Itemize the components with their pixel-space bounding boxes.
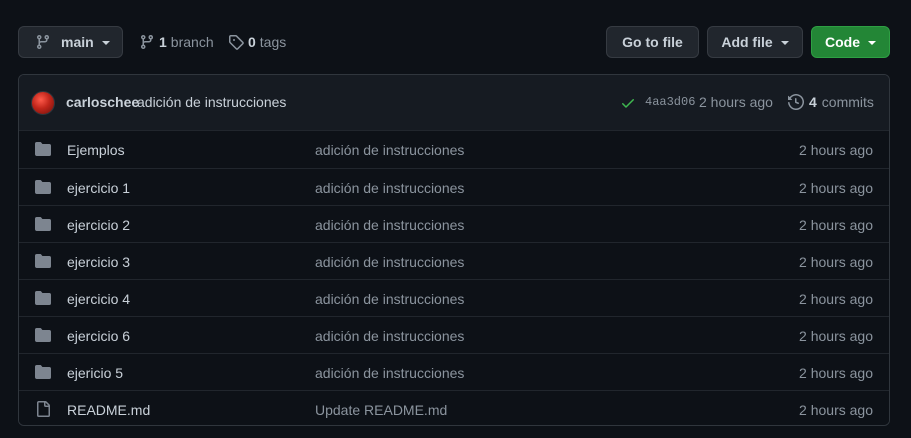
chevron-down-icon (780, 41, 789, 45)
file-commit-time: 2 hours ago (799, 365, 873, 381)
commit-time: 2 hours ago (699, 94, 773, 110)
file-commit-message-link[interactable]: adición de instrucciones (315, 365, 464, 381)
code-button[interactable]: Code (811, 26, 890, 58)
folder-icon (35, 179, 51, 198)
file-commit-time: 2 hours ago (799, 402, 873, 418)
add-file-label: Add file (721, 34, 773, 50)
file-name-link[interactable]: ejercicio 2 (67, 217, 130, 233)
file-name-link[interactable]: ejericio 5 (67, 365, 123, 381)
check-icon[interactable] (620, 95, 636, 114)
file-row[interactable]: README.md Update README.md 2 hours ago (19, 390, 889, 425)
file-commit-message-link[interactable]: adición de instrucciones (315, 217, 464, 233)
file-row[interactable]: ejercicio 4 adición de instrucciones 2 hou… (19, 279, 889, 316)
folder-icon (35, 290, 51, 309)
history-icon (788, 94, 804, 110)
folder-icon (35, 253, 51, 272)
tags-count: 0 (248, 34, 256, 50)
file-commit-time: 2 hours ago (799, 180, 873, 196)
git-branch-icon (35, 34, 51, 50)
file-row[interactable]: ejericio 5 adición de instrucciones 2 hour… (19, 353, 889, 390)
avatar[interactable] (31, 91, 55, 115)
file-commit-time: 2 hours ago (799, 291, 873, 307)
commits-count: 4 (809, 94, 817, 110)
commit-author[interactable]: carloschee (66, 94, 139, 110)
add-file-button[interactable]: Add file (707, 26, 803, 58)
branches-count: 1 (159, 34, 167, 50)
file-icon (35, 401, 51, 420)
branch-select-button[interactable]: main (18, 26, 123, 58)
file-list: Ejemplos adición de instrucciones 2 hours … (19, 131, 889, 425)
file-name-link[interactable]: ejercicio 3 (67, 254, 130, 270)
branches-link[interactable]: 1 branch (139, 26, 214, 58)
commit-sha[interactable]: 4aa3d06 (645, 95, 695, 109)
latest-commit-bar: carloschee adición de instrucciones 4aa3… (19, 75, 889, 131)
file-row[interactable]: ejercicio 1 adición de instrucciones 2 hou… (19, 168, 889, 205)
file-row[interactable]: Ejemplos adición de instrucciones 2 hours … (19, 131, 889, 168)
file-browser: carloschee adición de instrucciones 4aa3… (18, 74, 890, 426)
go-to-file-button[interactable]: Go to file (606, 26, 699, 58)
chevron-down-icon (868, 41, 876, 45)
file-commit-message-link[interactable]: adición de instrucciones (315, 254, 464, 270)
folder-icon (35, 327, 51, 346)
file-commit-time: 2 hours ago (799, 328, 873, 344)
file-commit-message-link[interactable]: adición de instrucciones (315, 328, 464, 344)
file-commit-message-link[interactable]: adición de instrucciones (315, 142, 464, 158)
git-branch-icon (139, 34, 155, 50)
file-commit-time: 2 hours ago (799, 217, 873, 233)
commits-history-link[interactable]: 4 commits (788, 94, 874, 110)
file-commit-message-link[interactable]: adición de instrucciones (315, 291, 464, 307)
folder-icon (35, 216, 51, 235)
branches-label: branch (170, 34, 214, 50)
file-name-link[interactable]: ejercicio 6 (67, 328, 130, 344)
file-name-link[interactable]: Ejemplos (67, 142, 125, 158)
tag-icon (228, 34, 244, 50)
file-commit-message-link[interactable]: Update README.md (315, 402, 447, 418)
commits-label: commits (821, 94, 874, 110)
file-commit-time: 2 hours ago (799, 254, 873, 270)
file-row[interactable]: ejercicio 2 adición de instrucciones 2 hou… (19, 205, 889, 242)
repo-toolbar: main 1 branch 0 tags Go to file Add file… (18, 26, 890, 58)
file-name-link[interactable]: ejercicio 4 (67, 291, 130, 307)
code-label: Code (825, 34, 860, 50)
file-row[interactable]: ejercicio 3 adición de instrucciones 2 hou… (19, 242, 889, 279)
tags-label: tags (259, 34, 287, 50)
file-commit-message-link[interactable]: adición de instrucciones (315, 180, 464, 196)
tags-link[interactable]: 0 tags (228, 26, 286, 58)
chevron-down-icon (101, 41, 110, 45)
branch-name: main (61, 34, 94, 50)
file-name-link[interactable]: README.md (67, 402, 150, 418)
commit-message[interactable]: adición de instrucciones (137, 94, 286, 110)
folder-icon (35, 364, 51, 383)
file-commit-time: 2 hours ago (799, 142, 873, 158)
folder-icon (35, 141, 51, 160)
file-row[interactable]: ejercicio 6 adición de instrucciones 2 hou… (19, 316, 889, 353)
file-name-link[interactable]: ejercicio 1 (67, 180, 130, 196)
